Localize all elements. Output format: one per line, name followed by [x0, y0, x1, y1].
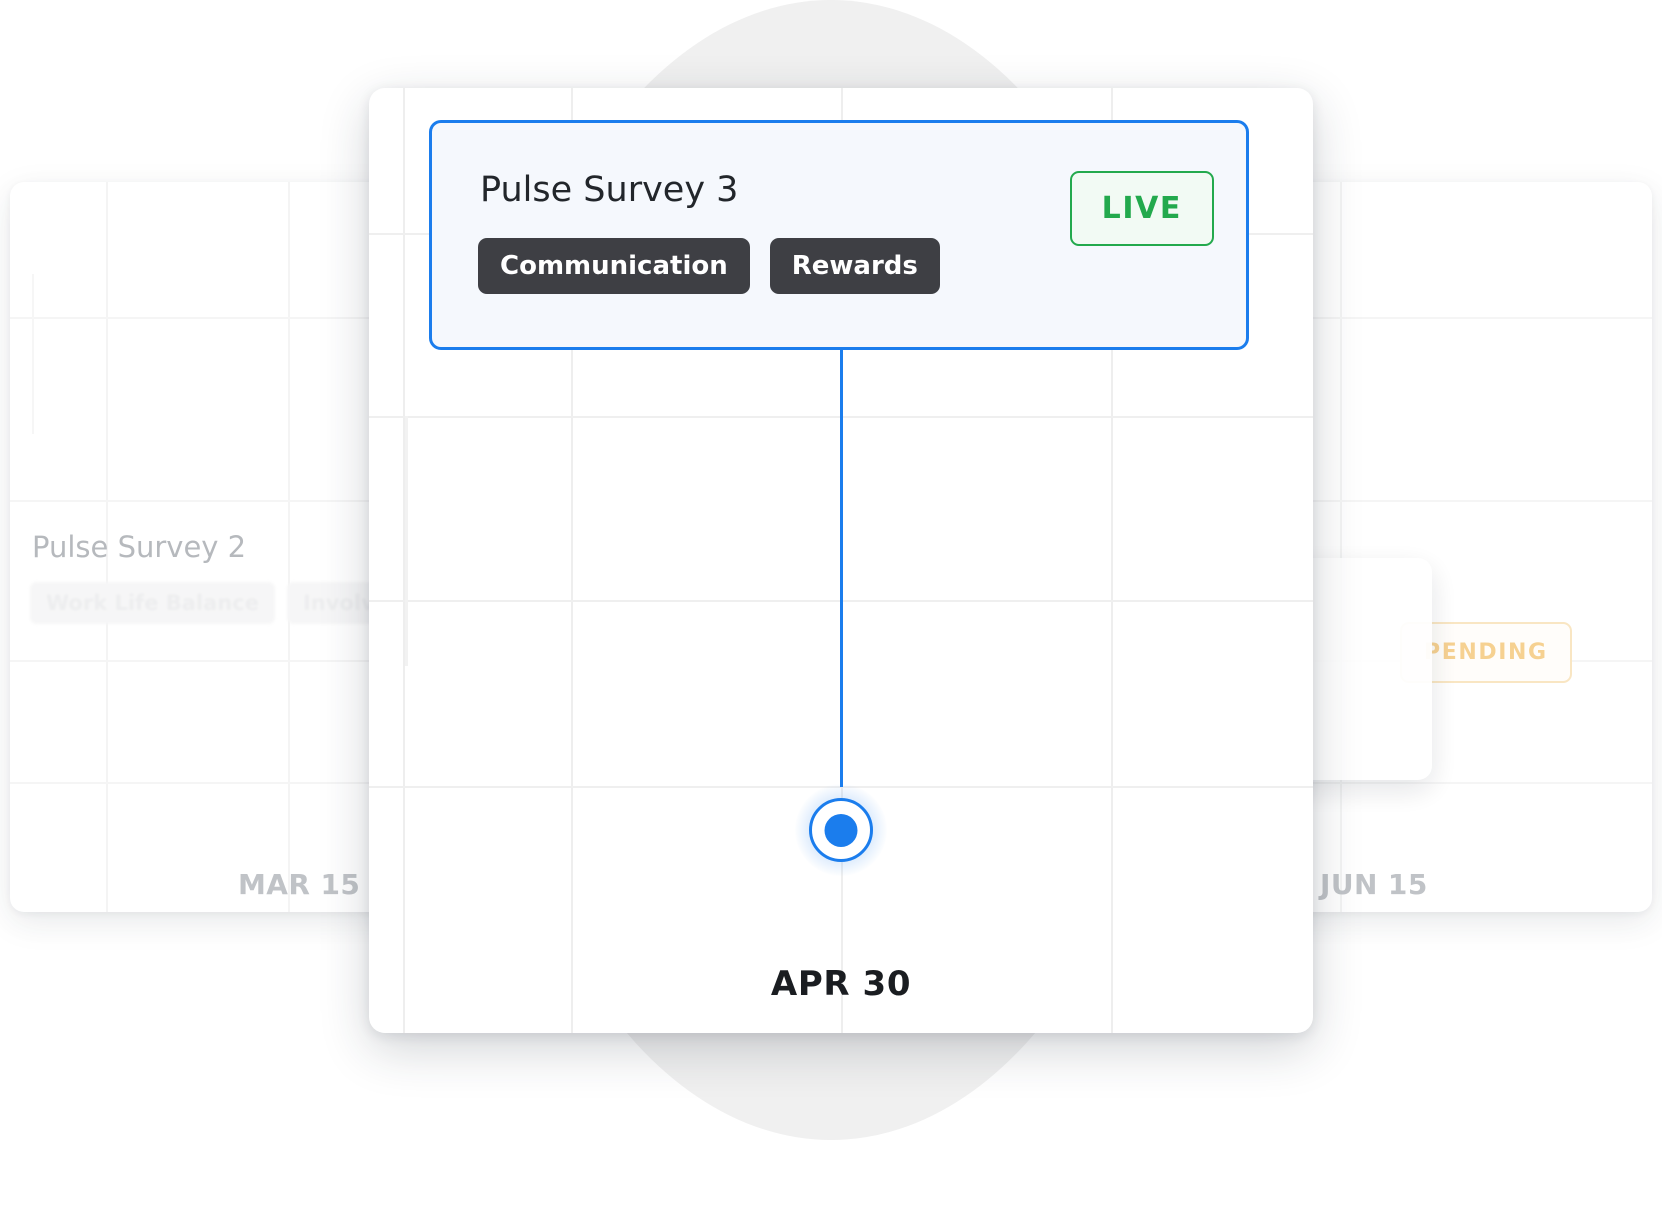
card-title: Pulse Survey 2: [32, 530, 247, 564]
survey-detail-card[interactable]: Pulse Survey 3 Communication Rewards LIV…: [429, 120, 1249, 350]
survey-tag-communication[interactable]: Communication: [478, 238, 750, 294]
card-tag: Work Life Balance: [30, 582, 275, 624]
current-card-date: APR 30: [770, 964, 912, 1004]
timeline-card-current[interactable]: Pulse Survey 3 Communication Rewards LIV…: [369, 88, 1313, 1033]
card-date: MAR 15: [238, 868, 361, 901]
survey-tag-rewards[interactable]: Rewards: [769, 238, 940, 294]
survey-title: Pulse Survey 3: [480, 170, 739, 210]
card-date: JUN 15: [1320, 868, 1428, 901]
survey-tag-row: Communication Rewards: [478, 238, 940, 294]
marker-dot-icon: [824, 814, 858, 847]
timeline-connector-line: [840, 350, 843, 787]
timeline-widget: Pulse Survey 2 Work Life Balance Involve…: [0, 0, 1662, 1224]
status-badge-live: LIVE: [1069, 171, 1214, 246]
